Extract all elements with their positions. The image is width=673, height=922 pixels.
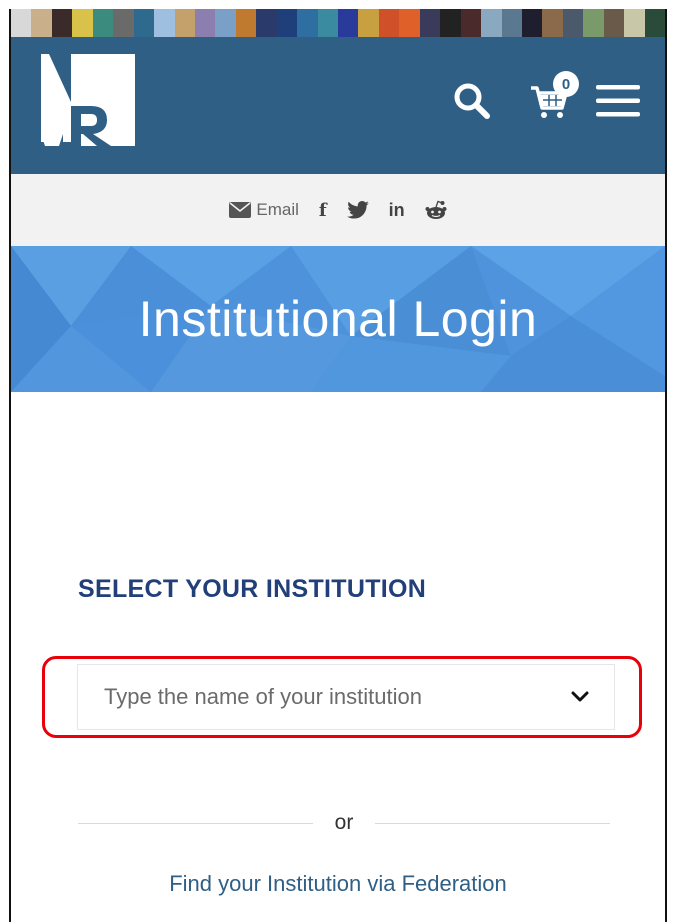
page-frame: AR 0 bbox=[9, 9, 667, 922]
color-strip-swatch bbox=[235, 9, 257, 37]
color-strip-swatch bbox=[113, 9, 134, 37]
page-banner: Institutional Login bbox=[11, 246, 665, 392]
color-strip-swatch bbox=[644, 9, 665, 37]
share-email[interactable]: Email bbox=[229, 200, 299, 220]
color-strip-swatch bbox=[603, 9, 625, 37]
color-strip-swatch bbox=[297, 9, 318, 37]
color-strip-swatch bbox=[194, 9, 216, 37]
color-strip-swatch bbox=[276, 9, 298, 37]
facebook-icon: f bbox=[318, 199, 327, 221]
color-strip-swatch bbox=[440, 9, 461, 37]
color-strip-swatch bbox=[11, 9, 32, 37]
page-title: Institutional Login bbox=[138, 291, 538, 347]
share-linkedin[interactable]: in bbox=[389, 200, 405, 221]
email-icon bbox=[229, 202, 252, 218]
color-strip-swatch bbox=[317, 9, 338, 37]
color-strip-swatch bbox=[624, 9, 645, 37]
color-strip-swatch bbox=[562, 9, 584, 37]
color-strip-swatch bbox=[72, 9, 93, 37]
color-strip-swatch bbox=[521, 9, 543, 37]
color-strip-swatch bbox=[92, 9, 114, 37]
color-strip-swatch bbox=[542, 9, 563, 37]
color-strip bbox=[11, 9, 665, 37]
twitter-icon bbox=[346, 201, 369, 219]
search-button[interactable] bbox=[447, 79, 497, 123]
color-strip-swatch bbox=[51, 9, 73, 37]
cart-count-badge: 0 bbox=[553, 71, 579, 97]
color-strip-swatch bbox=[256, 9, 277, 37]
menu-icon bbox=[596, 85, 640, 117]
share-email-label: Email bbox=[256, 200, 299, 219]
institution-select-placeholder: Type the name of your institution bbox=[104, 684, 422, 709]
institution-select[interactable]: Type the name of your institution bbox=[77, 664, 615, 730]
share-twitter[interactable] bbox=[346, 201, 369, 219]
site-header: AR 0 bbox=[11, 37, 665, 174]
menu-button[interactable] bbox=[593, 79, 643, 123]
color-strip-swatch bbox=[31, 9, 52, 37]
site-logo[interactable]: AR bbox=[41, 54, 135, 146]
or-divider: or bbox=[78, 809, 610, 837]
divider-line-right bbox=[375, 822, 610, 824]
color-strip-swatch bbox=[358, 9, 379, 37]
search-icon bbox=[454, 83, 490, 119]
chevron-down-icon bbox=[560, 691, 600, 703]
color-strip-swatch bbox=[174, 9, 195, 37]
logo-icon bbox=[41, 54, 135, 146]
cart-button[interactable]: 0 bbox=[525, 71, 579, 123]
color-strip-swatch bbox=[460, 9, 482, 37]
color-strip-swatch bbox=[378, 9, 400, 37]
color-strip-swatch bbox=[215, 9, 236, 37]
share-bar: Email f in bbox=[11, 174, 665, 246]
reddit-icon bbox=[425, 200, 447, 219]
header-actions: 0 bbox=[447, 71, 643, 123]
color-strip-swatch bbox=[338, 9, 359, 37]
color-strip-swatch bbox=[133, 9, 155, 37]
select-institution-heading: SELECT YOUR INSTITUTION bbox=[78, 575, 427, 603]
linkedin-icon: in bbox=[388, 199, 405, 220]
or-label: or bbox=[334, 811, 354, 834]
share-reddit[interactable] bbox=[425, 200, 447, 220]
color-strip-swatch bbox=[419, 9, 441, 37]
color-strip-swatch bbox=[583, 9, 604, 37]
federation-link[interactable]: Find your Institution via Federation bbox=[11, 871, 665, 897]
color-strip-swatch bbox=[481, 9, 502, 37]
color-strip-swatch bbox=[154, 9, 175, 37]
color-strip-swatch bbox=[399, 9, 420, 37]
share-facebook[interactable]: f bbox=[319, 200, 327, 221]
color-strip-swatch bbox=[501, 9, 522, 37]
divider-line-left bbox=[78, 822, 313, 824]
